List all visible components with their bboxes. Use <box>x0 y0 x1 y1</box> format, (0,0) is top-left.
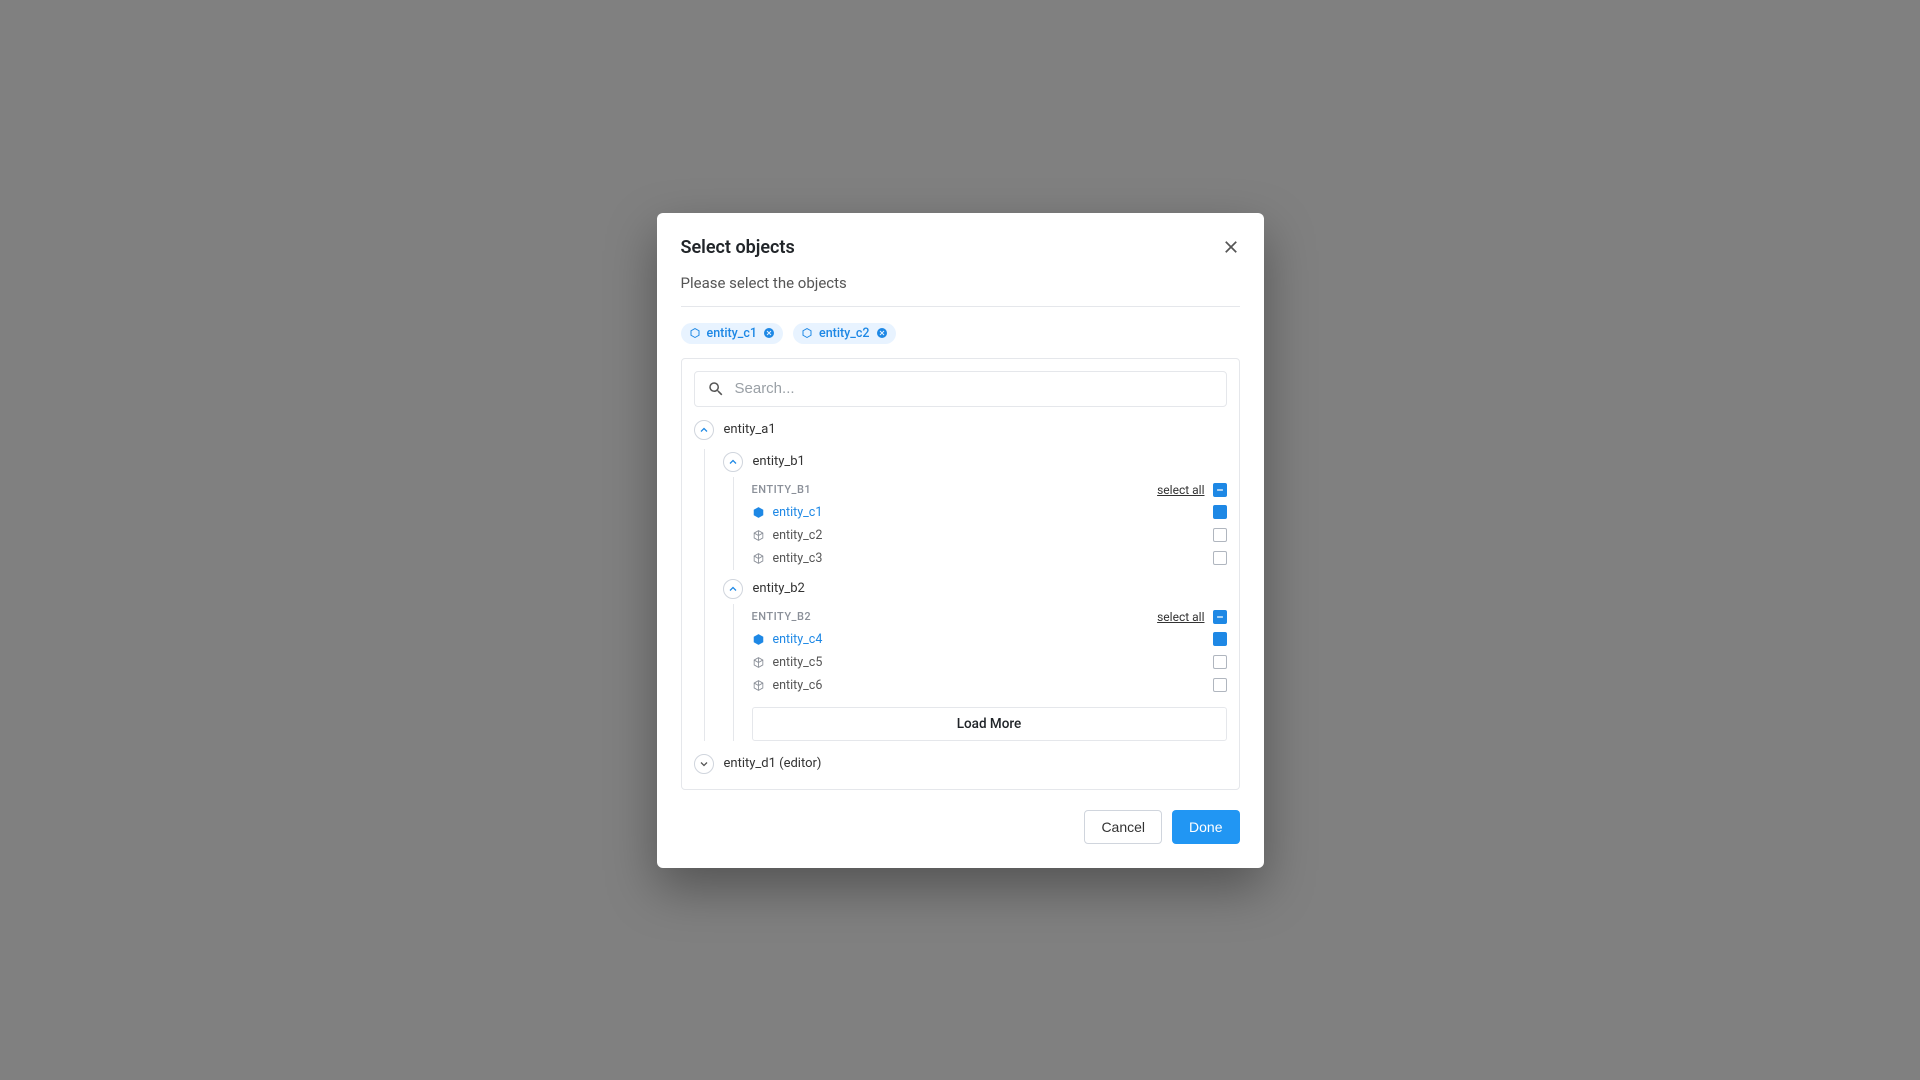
node-label: entity_b1 <box>753 454 805 469</box>
leaf-label: entity_c4 <box>773 632 823 647</box>
group-checkbox[interactable] <box>1213 483 1227 497</box>
group-header: ENTITY_B1 select all <box>752 477 1227 501</box>
chip-entity-c1: entity_c1 <box>681 323 784 344</box>
tree-row[interactable]: entity_b1 <box>723 449 1227 475</box>
leaf-checkbox[interactable] <box>1213 655 1227 669</box>
object-tree: entity_a1 entity_b1 ENTITY_B1 <box>681 358 1240 790</box>
cancel-button[interactable]: Cancel <box>1084 810 1162 844</box>
chip-label: entity_c2 <box>819 326 870 341</box>
tree-row[interactable]: entity_b2 <box>723 576 1227 602</box>
dialog-footer: Cancel Done <box>681 810 1240 844</box>
cube-icon <box>752 552 765 565</box>
node-label: entity_d1 (editor) <box>724 756 822 771</box>
tree-leaf[interactable]: entity_c2 <box>752 524 1227 547</box>
tree-row[interactable]: entity_a1 <box>694 417 1227 443</box>
group-title: ENTITY_B1 <box>752 483 812 496</box>
search-icon <box>707 380 725 398</box>
chevron-up-icon <box>698 424 710 436</box>
leaf-checkbox[interactable] <box>1213 632 1227 646</box>
chip-label: entity_c1 <box>707 326 758 341</box>
tree-children: entity_b1 ENTITY_B1 select all <box>704 449 1227 741</box>
cube-icon <box>801 327 813 339</box>
leaf-label: entity_c6 <box>773 678 823 693</box>
leaf-checkbox[interactable] <box>1213 528 1227 542</box>
group-title: ENTITY_B2 <box>752 610 812 623</box>
tree-leaf[interactable]: entity_c4 <box>752 628 1227 651</box>
select-all-link[interactable]: select all <box>1157 610 1204 624</box>
select-all-link[interactable]: select all <box>1157 483 1204 497</box>
node-label: entity_b2 <box>753 581 805 596</box>
select-objects-dialog: Select objects Please select the objects… <box>657 213 1264 868</box>
collapse-toggle[interactable] <box>723 579 743 599</box>
cube-icon <box>689 327 701 339</box>
cube-icon <box>752 633 765 646</box>
close-icon[interactable] <box>1222 238 1240 256</box>
tree-node-b2: entity_b2 ENTITY_B2 select all <box>723 576 1227 741</box>
load-more-button[interactable]: Load More <box>752 707 1227 741</box>
leaf-checkbox[interactable] <box>1213 551 1227 565</box>
leaf-checkbox[interactable] <box>1213 678 1227 692</box>
chevron-up-icon <box>727 456 739 468</box>
cube-icon <box>752 506 765 519</box>
expand-toggle[interactable] <box>694 754 714 774</box>
chevron-down-icon <box>698 758 710 770</box>
search-input[interactable] <box>735 380 1214 397</box>
indeterminate-icon <box>1215 485 1225 495</box>
tree-leaf[interactable]: entity_c3 <box>752 547 1227 570</box>
group-checkbox[interactable] <box>1213 610 1227 624</box>
tree-leaf[interactable]: entity_c1 <box>752 501 1227 524</box>
node-label: entity_a1 <box>724 422 776 437</box>
tree-leaf[interactable]: entity_c5 <box>752 651 1227 674</box>
leaf-label: entity_c2 <box>773 528 823 543</box>
tree-node-b1: entity_b1 ENTITY_B1 select all <box>723 449 1227 570</box>
tree-node-a1: entity_a1 entity_b1 ENTITY_B1 <box>694 417 1227 741</box>
cube-icon <box>752 529 765 542</box>
search-field[interactable] <box>694 371 1227 407</box>
leaf-label: entity_c1 <box>773 505 823 520</box>
chip-entity-c2: entity_c2 <box>793 323 896 344</box>
checkmark-icon <box>1215 634 1225 644</box>
chip-remove-icon[interactable] <box>763 327 775 339</box>
dialog-header: Select objects <box>681 237 1240 258</box>
dialog-subtitle: Please select the objects <box>681 274 1240 307</box>
indeterminate-icon <box>1215 612 1225 622</box>
checkmark-icon <box>1215 507 1225 517</box>
tree-node-d1: entity_d1 (editor) <box>694 751 1227 777</box>
leaf-label: entity_c5 <box>773 655 823 670</box>
leaf-label: entity_c3 <box>773 551 823 566</box>
tree-row[interactable]: entity_d1 (editor) <box>694 751 1227 777</box>
tree-children: ENTITY_B2 select all entit <box>733 604 1227 741</box>
chevron-up-icon <box>727 583 739 595</box>
tree-leaf[interactable]: entity_c6 <box>752 674 1227 697</box>
cube-icon <box>752 679 765 692</box>
selected-chips: entity_c1 entity_c2 <box>681 323 1240 344</box>
cube-icon <box>752 656 765 669</box>
done-button[interactable]: Done <box>1172 810 1239 844</box>
dialog-title: Select objects <box>681 237 795 258</box>
collapse-toggle[interactable] <box>723 452 743 472</box>
collapse-toggle[interactable] <box>694 420 714 440</box>
chip-remove-icon[interactable] <box>876 327 888 339</box>
group-header: ENTITY_B2 select all <box>752 604 1227 628</box>
tree-children: ENTITY_B1 select all entit <box>733 477 1227 570</box>
leaf-checkbox[interactable] <box>1213 505 1227 519</box>
